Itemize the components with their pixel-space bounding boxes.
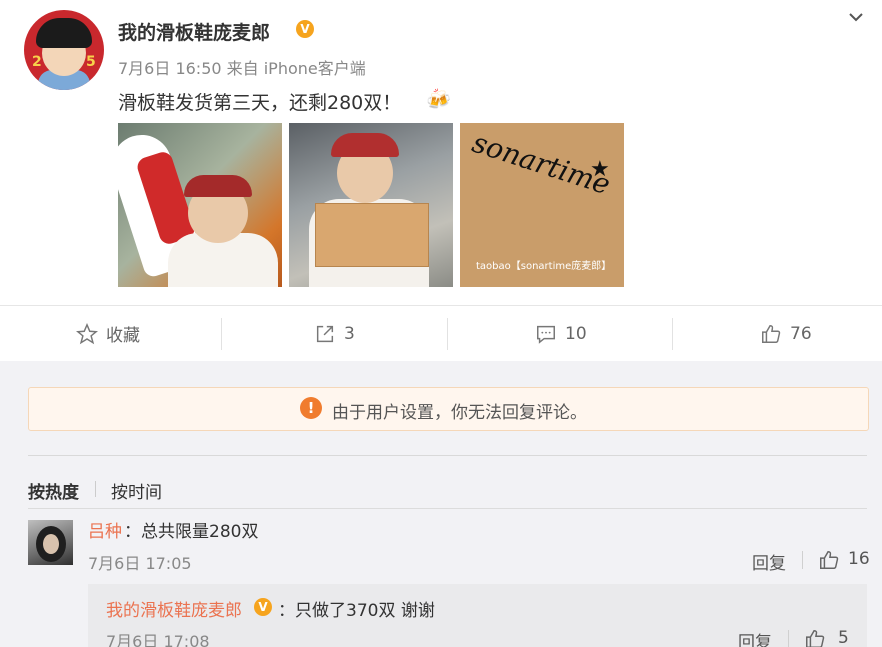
avatar-hair	[36, 18, 92, 48]
shoe-box	[315, 203, 429, 267]
reply-author-name[interactable]: 我的滑板鞋庞麦郎	[106, 596, 242, 621]
reply-text: ：只做了370双 谢谢	[278, 601, 435, 621]
avatar-face	[43, 534, 59, 554]
comment-icon	[537, 325, 555, 344]
divider	[28, 455, 867, 456]
author-avatar[interactable]: 2 5	[24, 10, 104, 90]
post-action-bar: 收藏 3 10 76	[0, 305, 882, 361]
reply-like-count: 5	[838, 628, 849, 647]
divider	[95, 481, 96, 497]
favorite-label: 收藏	[106, 326, 140, 346]
verified-badge-icon: V	[296, 20, 314, 38]
verified-badge-icon: V	[254, 598, 272, 616]
avatar-number-left: 2	[32, 54, 42, 70]
post-author-name[interactable]: 我的滑板鞋庞麦郎	[118, 18, 270, 45]
star-icon: ★	[590, 157, 610, 182]
thumbs-up-icon[interactable]	[818, 549, 840, 571]
divider	[788, 630, 789, 647]
comment-like-count: 16	[848, 549, 870, 569]
warning-icon: !	[300, 397, 322, 419]
sort-by-hot-tab[interactable]: 按热度	[28, 478, 79, 503]
chevron-down-icon[interactable]	[848, 10, 864, 24]
reply-item: 我的滑板鞋庞麦郎 V ：只做了370双 谢谢 7月6日 17:08 回复 5	[88, 584, 867, 647]
like-count: 76	[790, 323, 812, 344]
person-cap	[184, 175, 252, 197]
comment-time: 7月6日 17:05	[88, 554, 192, 573]
post-text: 滑板鞋发货第三天，还剩280双！	[118, 92, 402, 114]
comment-text: ：总共限量280双	[124, 522, 259, 542]
share-icon	[316, 325, 334, 342]
reply-button[interactable]: 回复	[752, 549, 786, 574]
person-cap	[331, 133, 399, 157]
comment-count: 10	[565, 323, 587, 344]
beer-cheers-icon: 🍻	[426, 87, 451, 111]
reply-disabled-notice: ! 由于用户设置，你无法回复评论。	[28, 387, 869, 431]
favorite-button[interactable]: 收藏	[76, 306, 140, 361]
divider	[802, 551, 803, 569]
repost-count: 3	[344, 323, 355, 344]
divider	[221, 318, 222, 350]
reply-time: 7月6日 17:08	[106, 632, 210, 647]
thumbs-up-icon[interactable]	[804, 628, 826, 647]
commenter-avatar[interactable]	[28, 520, 73, 565]
post-image-3[interactable]: sonartime ★ taobao【sonartime庞麦郎】	[460, 123, 624, 287]
post-image-2[interactable]	[289, 123, 453, 287]
divider	[28, 508, 867, 509]
repost-button[interactable]: 3	[314, 306, 355, 361]
post-meta: 7月6日 16:50 来自 iPhone客户端	[118, 59, 366, 78]
divider	[672, 318, 673, 350]
image-watermark: taobao【sonartime庞麦郎】	[476, 261, 612, 272]
comment-button[interactable]: 10	[535, 306, 587, 361]
divider	[447, 318, 448, 350]
thumbs-up-icon	[762, 324, 781, 343]
like-button[interactable]: 76	[760, 306, 812, 361]
reply-button[interactable]: 回复	[738, 628, 772, 647]
notice-text: 由于用户设置，你无法回复评论。	[332, 403, 587, 423]
commenter-name[interactable]: 吕种	[88, 517, 122, 542]
post-image-1[interactable]	[118, 123, 282, 287]
star-outline-icon	[76, 322, 98, 344]
avatar-number-right: 5	[86, 54, 96, 70]
sort-by-time-tab[interactable]: 按时间	[111, 478, 162, 503]
